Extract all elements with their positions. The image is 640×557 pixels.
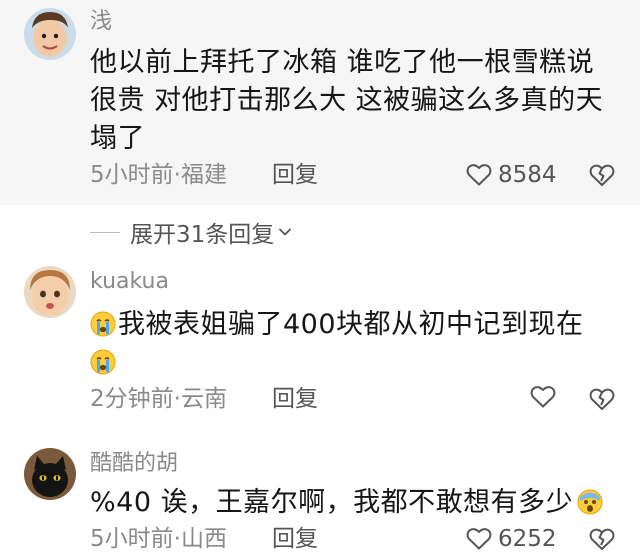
crying-face-emoji [90,311,116,337]
comment-username[interactable]: 酷酷的胡 [90,450,178,478]
comment-body-line: 很贵 对他打击那么大 这被骗这么多真的天 [90,85,604,116]
divider-line [90,231,120,233]
broken-heart-icon [589,388,615,410]
chevron-down-icon [279,228,292,236]
scared-face-emoji [577,489,603,515]
comment-time-location: 5小时前·山西 [90,526,227,552]
comment-body-line: 我被表姐骗了400块都从初中记到现在 [90,306,620,344]
comment-body-line: 他以前上拜托了冰箱 谁吃了他一根雪糕说 [90,47,595,78]
user-avatar[interactable] [24,448,76,500]
comment-item: 浅 他以前上拜托了冰箱 谁吃了他一根雪糕说 很贵 对他打击那么大 这被骗这么多真… [0,0,640,205]
comment-body-text: 我被表姐骗了400块都从初中记到现在 [118,309,584,340]
comment-body: 他以前上拜托了冰箱 谁吃了他一根雪糕说 很贵 对他打击那么大 这被骗这么多真的天… [90,44,620,158]
like-count: 8584 [498,162,557,188]
dislike-button[interactable] [588,385,616,413]
dislike-button[interactable] [588,161,616,189]
reply-button[interactable]: 回复 [272,384,318,414]
comment-time-location: 2分钟前·云南 [90,386,227,412]
comment-body: %40 诶，王嘉尔啊，我都不敢想有多少 [90,484,620,522]
comment-item: kuakua 我被表姐骗了400块都从初中记到现在 2分钟前·云南 回复 [0,258,640,428]
comment-time-location: 5小时前·福建 [90,162,227,188]
like-button[interactable]: 6252 [466,524,557,554]
comment-body-text: %40 诶，王嘉尔啊，我都不敢想有多少 [90,487,574,518]
child-avatar-icon [24,8,76,60]
black-cat-avatar-icon [24,448,76,500]
comment-body: 我被表姐骗了400块都从初中记到现在 [90,306,620,382]
reply-button[interactable]: 回复 [272,524,318,554]
like-button[interactable]: 8584 [466,160,557,190]
user-avatar[interactable] [24,8,76,60]
comment-body-line: 塌了 [90,123,145,154]
heart-icon [466,164,492,186]
comment-item: 酷酷的胡 %40 诶，王嘉尔啊，我都不敢想有多少 5小时前·山西 回复 6252 [0,440,640,552]
like-button[interactable] [530,385,562,409]
comment-body-line: %40 诶，王嘉尔啊，我都不敢想有多少 [90,484,620,522]
like-count: 6252 [498,526,557,552]
dislike-button[interactable] [588,525,616,553]
heart-icon [466,528,492,550]
heart-icon [530,386,556,408]
reply-button[interactable]: 回复 [272,160,318,190]
expand-replies-label: 展开31条回复 [130,222,275,248]
expand-replies-button[interactable]: 展开31条回复 [90,212,292,252]
comment-username[interactable]: 浅 [90,8,112,36]
broken-heart-icon [589,164,615,186]
comment-body-line [90,344,620,382]
comment-username[interactable]: kuakua [90,268,169,296]
user-avatar[interactable] [24,266,76,318]
broken-heart-icon [589,528,615,550]
child-face-avatar-icon [24,266,76,318]
crying-face-emoji [90,349,116,375]
